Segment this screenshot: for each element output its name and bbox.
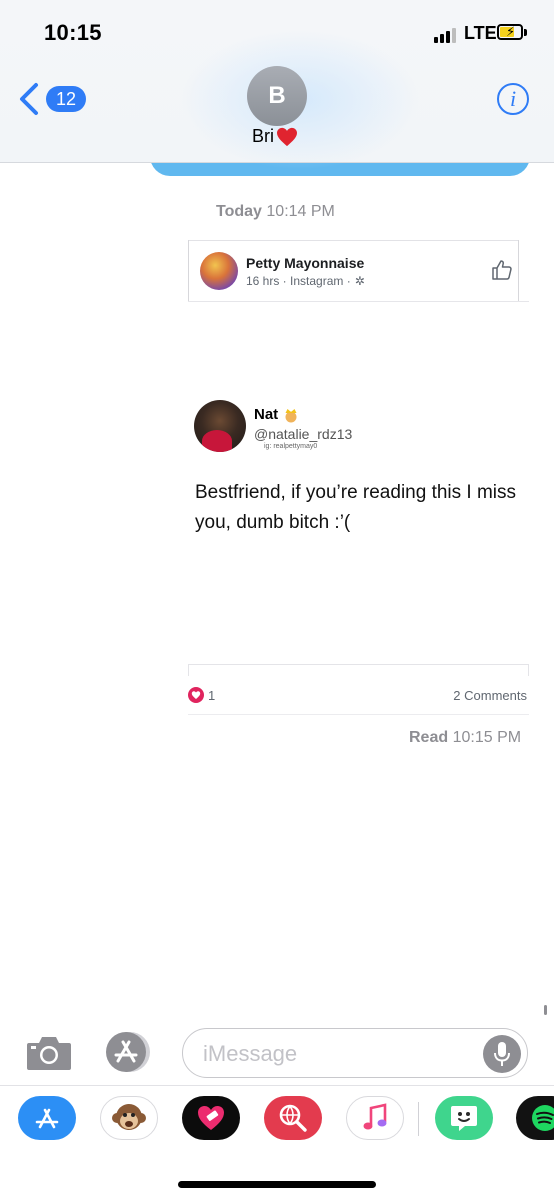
red-heart-emoji-icon [277,127,297,146]
battery-charging-icon: ⚡ [497,24,527,42]
animoji-app[interactable] [100,1096,158,1140]
read-label: Read [409,729,449,746]
contact-name-button[interactable]: Bri [252,126,298,147]
tweet-author-name: Nat [254,406,299,423]
web-images-search-icon [279,1104,307,1132]
tweet-text: Bestfriend, if you’re reading this I mis… [195,482,517,533]
message-input-field[interactable] [182,1028,528,1078]
info-icon: i [509,86,517,111]
gear-icon: ✲ [354,274,365,288]
microphone-icon [494,1042,510,1066]
app-store-button[interactable] [104,1031,152,1073]
bitmoji-icon [451,1106,477,1131]
message-timestamp: Today 10:14 PM [216,203,335,221]
music-icon [363,1103,387,1130]
navigation-header: 10:15 LTE ⚡ 12 B Bri i [0,0,554,170]
back-button[interactable]: 12 [16,82,87,116]
scroll-indicator[interactable] [544,1005,547,1015]
timestamp-time: 10:14 PM [266,203,335,220]
post-meta: 16 hrs · Instagram · ✲ [246,274,365,288]
spotify-icon [532,1105,554,1131]
home-indicator[interactable] [178,1181,376,1188]
page-name: Petty Mayonnaise [246,255,365,271]
shared-facebook-post[interactable]: Petty Mayonnaise 16 hrs · Instagram · ✲ … [188,240,529,720]
reaction-summary[interactable]: 1 [188,687,215,703]
tweet-handle: @natalie_rdz13 [254,426,353,442]
heart-app[interactable] [182,1096,240,1140]
tweet-author-name-text: Nat [254,406,279,423]
web-images-app[interactable] [264,1096,322,1140]
cellular-signal-icon [434,27,460,43]
music-app[interactable] [346,1096,404,1140]
reaction-count: 1 [208,687,216,703]
status-time: 10:15 [44,20,102,45]
app-store-app[interactable] [18,1096,76,1140]
comments-link[interactable]: 2 Comments [453,688,527,703]
bitmoji-app[interactable] [435,1096,493,1140]
animoji-monkey-icon [112,1104,146,1130]
chevron-left-icon [20,83,38,115]
unread-count-badge: 12 [46,86,87,112]
drawer-divider [418,1102,419,1136]
contact-avatar[interactable]: B [247,66,307,126]
read-time: 10:15 PM [452,729,522,746]
page-avatar [200,252,238,290]
spotify-app[interactable] [516,1096,554,1140]
app-store-icon [35,1108,59,1129]
read-receipt: Read 10:15 PM [409,729,521,747]
timestamp-day: Today [216,203,262,220]
tweet-author-avatar [194,400,246,452]
info-button[interactable]: i [497,83,529,115]
imessage-app-drawer [0,1085,554,1152]
network-type: LTE [464,23,497,43]
love-reaction-icon [188,687,204,703]
camera-icon[interactable] [25,1033,73,1071]
imessage-input[interactable] [201,1038,475,1070]
post-meta-text: 16 hrs · Instagram · [246,274,351,288]
heart-app-icon [198,1106,224,1130]
contact-name: Bri [252,126,274,146]
dictation-button[interactable] [483,1035,521,1073]
thumbs-up-icon[interactable] [490,258,514,282]
tweet-watermark: ig: realpettymay0 [264,443,318,450]
crown-emoji-icon [285,408,297,422]
